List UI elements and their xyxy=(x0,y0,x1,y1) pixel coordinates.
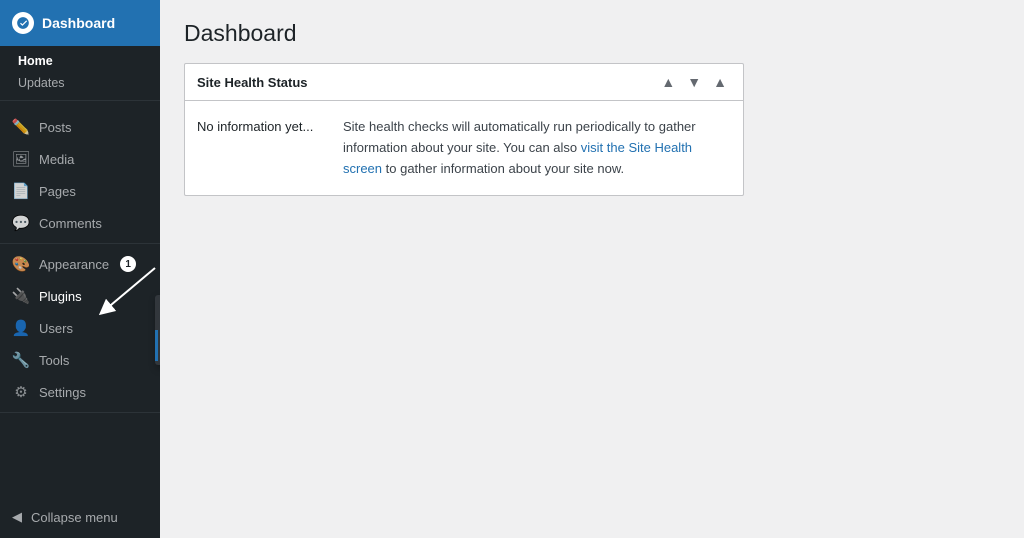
sidebar-footer: ◀ Collapse menu xyxy=(0,496,160,538)
posts-icon: ✏️ xyxy=(12,118,30,136)
sidebar-divider-3 xyxy=(0,412,160,413)
sidebar-item-appearance[interactable]: 🎨 Appearance 1 xyxy=(0,248,160,280)
widget-title: Site Health Status xyxy=(197,75,308,90)
tools-icon: 🔧 xyxy=(12,351,30,369)
sidebar-item-label: Users xyxy=(39,321,73,336)
sidebar-item-label: Comments xyxy=(39,216,102,231)
widget-collapse-down-button[interactable]: ▼ xyxy=(683,72,705,92)
widget-header: Site Health Status ▲ ▼ ▲ xyxy=(185,64,743,101)
sidebar-item-pages[interactable]: 📄 Pages xyxy=(0,175,160,207)
collapse-menu-button[interactable]: ◀ Collapse menu xyxy=(0,502,160,532)
sidebar-item-posts[interactable]: ✏️ Posts xyxy=(0,111,160,143)
plugins-icon: 🔌 xyxy=(12,287,30,305)
sidebar-nav: ✏️ Posts 🖼 Media 📄 Pages 💬 Comments 🎨 Ap… xyxy=(0,105,160,423)
widget-body: No information yet... Site health checks… xyxy=(185,101,743,195)
appearance-badge: 1 xyxy=(120,256,136,272)
sidebar-item-tools[interactable]: 🔧 Tools xyxy=(0,344,160,376)
sidebar-item-label: Posts xyxy=(39,120,72,135)
sidebar-divider-1 xyxy=(0,100,160,101)
users-icon: 👤 xyxy=(12,319,30,337)
sidebar-item-media[interactable]: 🖼 Media xyxy=(0,143,160,175)
widget-controls: ▲ ▼ ▲ xyxy=(657,72,731,92)
widget-collapse-up-button[interactable]: ▲ xyxy=(657,72,679,92)
sidebar-item-label: Tools xyxy=(39,353,69,368)
sidebar-item-label: Plugins xyxy=(39,289,82,304)
widget-no-info-text: No information yet... xyxy=(197,117,327,134)
page-title: Dashboard xyxy=(184,20,1000,47)
wordpress-icon xyxy=(12,12,34,34)
sidebar-item-label: Appearance xyxy=(39,257,109,272)
sidebar-header: Dashboard xyxy=(0,0,160,46)
comments-icon: 💬 xyxy=(12,214,30,232)
sidebar-link-updates[interactable]: Updates xyxy=(0,72,160,94)
widget-close-button[interactable]: ▲ xyxy=(709,72,731,92)
sidebar-item-comments[interactable]: 💬 Comments xyxy=(0,207,160,239)
sidebar-item-label: Settings xyxy=(39,385,86,400)
widget-description-end: to gather information about your site no… xyxy=(382,161,624,176)
sidebar-item-label: Pages xyxy=(39,184,76,199)
sidebar-top-links: Home Updates xyxy=(0,46,160,96)
pages-icon: 📄 xyxy=(12,182,30,200)
flyout-add-new-plugin[interactable]: Add New Plugin xyxy=(155,330,160,361)
settings-icon: ⚙ xyxy=(12,383,30,401)
sidebar-item-plugins[interactable]: 🔌 Plugins xyxy=(0,280,160,312)
sidebar-link-home[interactable]: Home xyxy=(0,50,160,72)
sidebar-divider-2 xyxy=(0,243,160,244)
main-content: Dashboard Site Health Status ▲ ▼ ▲ No in… xyxy=(160,0,1024,538)
site-health-widget: Site Health Status ▲ ▼ ▲ No information … xyxy=(184,63,744,196)
collapse-icon: ◀ xyxy=(12,509,22,525)
widget-description: Site health checks will automatically ru… xyxy=(343,117,731,179)
plugin-flyout-menu: Installed Plugins Add New Plugin xyxy=(155,295,160,365)
sidebar-item-users[interactable]: 👤 Users xyxy=(0,312,160,344)
sidebar: Dashboard Home Updates ✏️ Posts 🖼 Media … xyxy=(0,0,160,538)
flyout-installed-plugins[interactable]: Installed Plugins xyxy=(155,299,160,330)
media-icon: 🖼 xyxy=(12,150,30,168)
collapse-menu-label: Collapse menu xyxy=(31,510,118,525)
sidebar-title: Dashboard xyxy=(42,15,115,31)
sidebar-item-settings[interactable]: ⚙ Settings xyxy=(0,376,160,408)
sidebar-item-label: Media xyxy=(39,152,74,167)
appearance-icon: 🎨 xyxy=(12,255,30,273)
